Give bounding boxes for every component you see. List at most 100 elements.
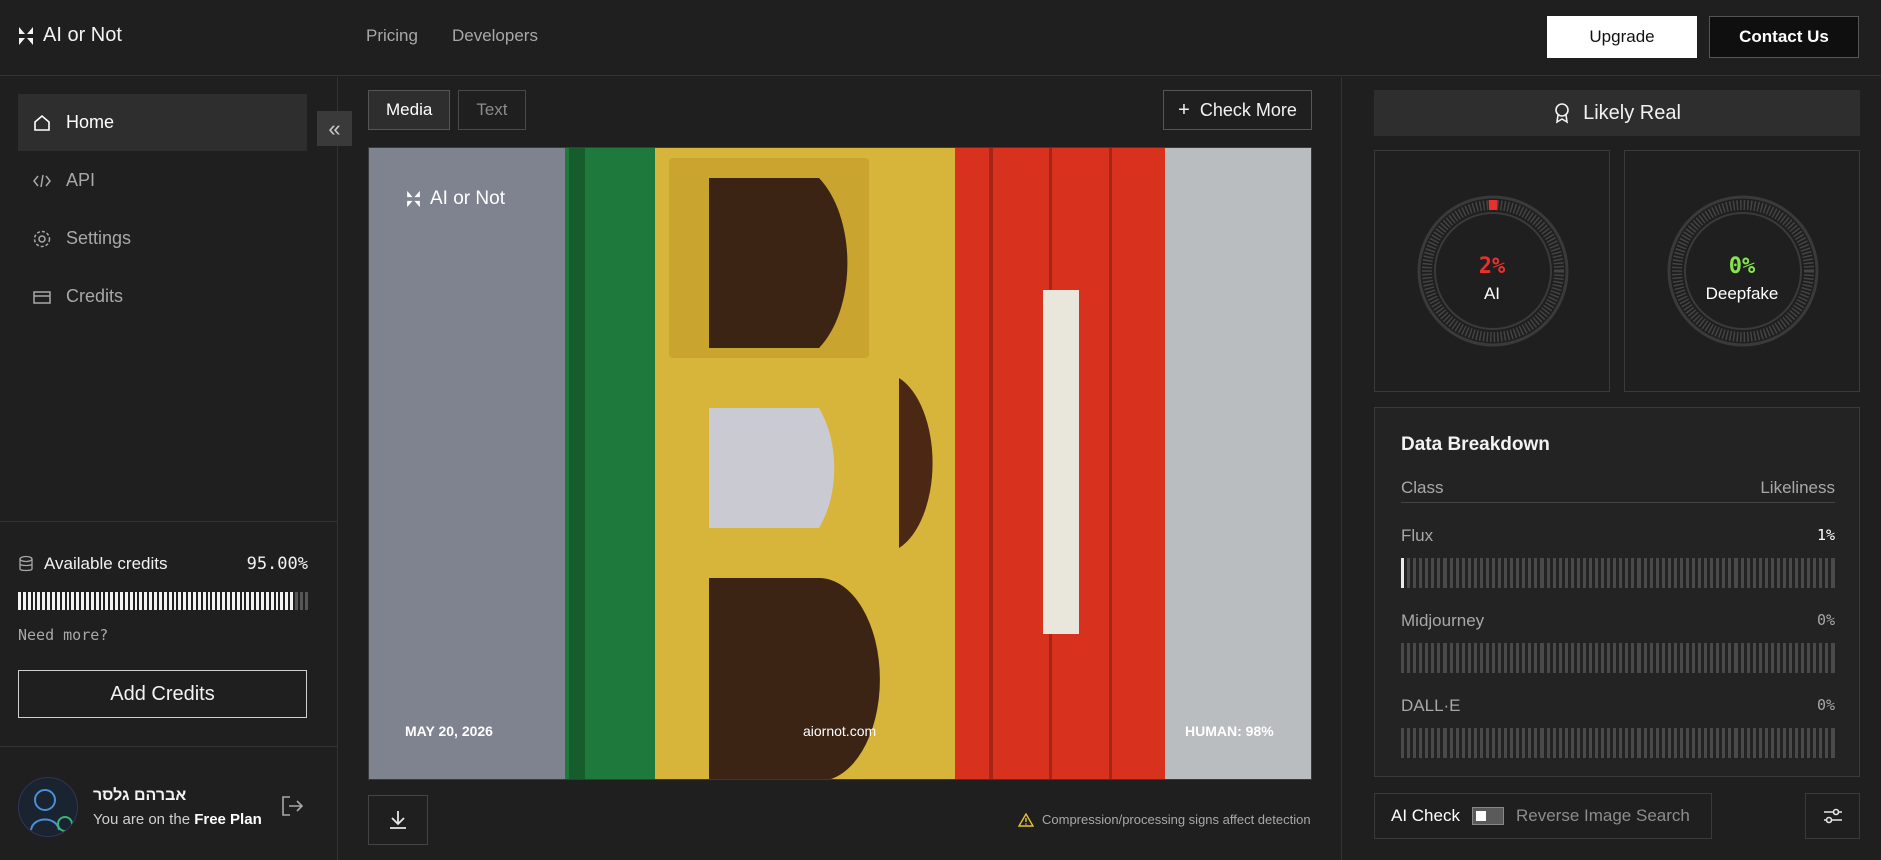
likeliness-tick (1552, 728, 1556, 758)
likeliness-tick (1728, 643, 1732, 673)
credits-progress-bar (18, 592, 308, 610)
likeliness-tick (1782, 558, 1786, 588)
likeliness-tick (1752, 728, 1756, 758)
credits-value: 95.00% (246, 554, 308, 574)
nav-developers[interactable]: Developers (452, 26, 538, 46)
likeliness-tick (1752, 558, 1756, 588)
credits-bar-segment (32, 592, 36, 610)
likeliness-tick (1770, 558, 1774, 588)
tab-text[interactable]: Text (458, 90, 526, 130)
likeliness-tick (1625, 558, 1629, 588)
likeliness-tick (1419, 558, 1423, 588)
likeliness-tick (1431, 643, 1435, 673)
likeliness-tick (1831, 558, 1835, 588)
sidebar-item-home[interactable]: Home (18, 94, 307, 151)
likeliness-tick (1467, 558, 1471, 588)
overlay-date: MAY 20, 2026 (405, 723, 493, 739)
likeliness-tick (1619, 728, 1623, 758)
filter-settings-button[interactable] (1805, 793, 1860, 839)
badge-icon (1555, 103, 1569, 124)
likeliness-tick (1667, 558, 1671, 588)
credits-bar-segment (270, 592, 274, 610)
likeliness-tick (1491, 643, 1495, 673)
sidebar-item-api[interactable]: API (18, 152, 307, 209)
credits-bar-segment (212, 592, 216, 610)
likeliness-tick (1698, 558, 1702, 588)
credits-bar-segment (192, 592, 196, 610)
likeliness-tick (1455, 728, 1459, 758)
lego-photo (369, 148, 1311, 779)
likeliness-tick (1558, 643, 1562, 673)
mode-toggle-switch[interactable] (1471, 807, 1504, 825)
likeliness-tick (1722, 728, 1726, 758)
sidebar-item-credits[interactable]: Credits (18, 268, 307, 325)
breakdown-header: Class Likeliness (1401, 478, 1835, 503)
contact-us-button[interactable]: Contact Us (1709, 16, 1859, 58)
likeliness-tick (1728, 728, 1732, 758)
deepfake-gauge-label: Deepfake (1705, 284, 1779, 303)
nav-pricing[interactable]: Pricing (366, 26, 418, 46)
likeliness-tick (1534, 643, 1538, 673)
likeliness-tick (1819, 643, 1823, 673)
credits-bar-segment (134, 592, 138, 610)
likeliness-tick (1655, 558, 1659, 588)
tab-media[interactable]: Media (368, 90, 451, 130)
credits-bar-segment (27, 592, 31, 610)
likeliness-tick (1782, 643, 1786, 673)
reverse-search-label[interactable]: Reverse Image Search (1516, 806, 1690, 826)
likeliness-tick (1807, 643, 1811, 673)
likeliness-tick (1625, 728, 1629, 758)
credits-bar-segment (81, 592, 85, 610)
likeliness-tick (1813, 728, 1817, 758)
compression-warning: Compression/processing signs affect dete… (1018, 812, 1311, 827)
verdict-banner: Likely Real (1374, 90, 1860, 136)
upgrade-button[interactable]: Upgrade (1547, 16, 1697, 58)
likeliness-tick (1522, 728, 1526, 758)
likeliness-tick (1546, 558, 1550, 588)
likeliness-tick (1661, 558, 1665, 588)
check-more-label: Check More (1199, 99, 1297, 120)
likeliness-tick (1692, 643, 1696, 673)
likeliness-tick (1407, 728, 1411, 758)
sidebar: Home API Settings Credits « Available cr… (0, 77, 352, 860)
ai-gauge-value: 2% (1478, 254, 1506, 279)
credits-bar-segment (100, 592, 104, 610)
likeliness-tick (1607, 643, 1611, 673)
avatar[interactable] (18, 777, 78, 837)
likeliness-tick (1479, 558, 1483, 588)
likeliness-tick (1661, 728, 1665, 758)
sidebar-item-settings[interactable]: Settings (18, 210, 307, 267)
ai-check-label[interactable]: AI Check (1391, 806, 1460, 826)
credits-bar-segment (280, 592, 284, 610)
likeliness-tick (1704, 728, 1708, 758)
likeliness-tick (1558, 728, 1562, 758)
likeliness-tick (1528, 728, 1532, 758)
likeliness-tick (1728, 558, 1732, 588)
likeliness-tick (1522, 558, 1526, 588)
likeliness-tick (1776, 558, 1780, 588)
credits-bar-segment (178, 592, 182, 610)
credits-bar-segment (158, 592, 162, 610)
credits-bar-segment (163, 592, 167, 610)
app-logo[interactable]: AI or Not (17, 24, 122, 47)
likeliness-tick (1819, 558, 1823, 588)
likeliness-tick (1461, 558, 1465, 588)
likeliness-tick (1455, 558, 1459, 588)
logout-icon[interactable] (278, 792, 306, 820)
plan-prefix: You are on the (93, 811, 191, 828)
likeliness-tick (1643, 558, 1647, 588)
download-button[interactable] (368, 795, 428, 845)
likeliness-tick (1716, 728, 1720, 758)
credits-bar-segment (144, 592, 148, 610)
check-more-button[interactable]: + Check More (1163, 90, 1312, 130)
add-credits-button[interactable]: Add Credits (18, 670, 307, 718)
likeliness-tick (1461, 728, 1465, 758)
likeliness-tick (1413, 558, 1417, 588)
likeliness-tick (1667, 643, 1671, 673)
logo-icon (407, 190, 420, 208)
credits-bar-segment (202, 592, 206, 610)
top-nav: Pricing Developers (366, 26, 538, 46)
likeliness-tick (1449, 728, 1453, 758)
collapse-sidebar-button[interactable]: « (317, 111, 352, 146)
media-tabs: Media Text (368, 90, 526, 130)
